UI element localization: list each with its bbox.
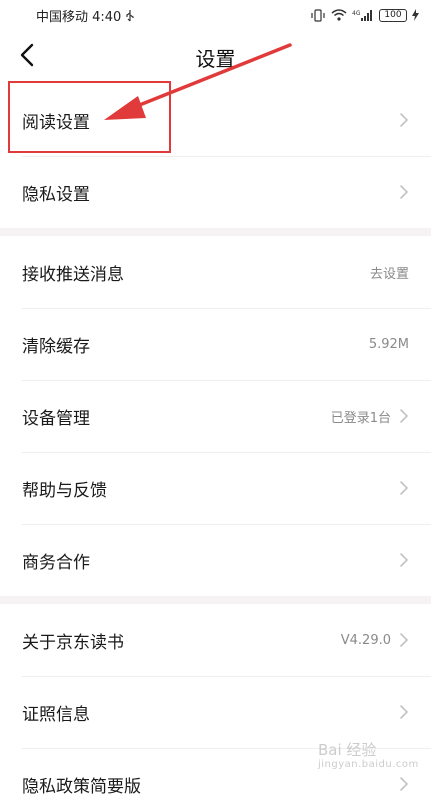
back-button[interactable] [12,42,42,72]
status-right: 4G 100 [310,8,419,22]
section-divider [0,596,431,604]
chevron-right-icon [399,704,409,720]
row-label: 证照信息 [22,704,90,725]
settings-row-business[interactable]: 商务合作 [0,524,431,596]
row-label: 阅读设置 [22,112,90,133]
settings-row-privacy[interactable]: 隐私设置 [0,156,431,228]
row-label: 关于京东读书 [22,632,124,653]
settings-row-push[interactable]: 接收推送消息 去设置 [0,236,431,308]
settings-row-license[interactable]: 证照信息 [0,676,431,748]
settings-screen: 中国移动 4:40 4G 100 设置 阅读设置 隐私设置 接收推送消息 去设置… [0,0,431,795]
row-label: 接收推送消息 [22,264,124,285]
row-value: 去设置 [369,266,409,282]
chevron-left-icon [20,43,34,71]
status-bar: 中国移动 4:40 4G 100 [0,0,431,30]
row-label: 清除缓存 [22,336,90,357]
chevron-right-icon [399,776,409,792]
row-label: 隐私政策简要版 [22,776,141,795]
settings-row-reading[interactable]: 阅读设置 [0,84,431,156]
settings-group-1: 阅读设置 隐私设置 [0,84,431,228]
row-value: V4.29.0 [340,632,391,648]
row-label: 帮助与反馈 [22,480,107,501]
carrier-time: 中国移动 4:40 [36,9,122,25]
chevron-right-icon [399,552,409,568]
settings-row-cache[interactable]: 清除缓存 5.92M [0,308,431,380]
usb-icon [125,9,135,22]
settings-row-help[interactable]: 帮助与反馈 [0,452,431,524]
wifi-icon [331,9,347,21]
settings-group-3: 关于京东读书 V4.29.0 证照信息 隐私政策简要版 [0,604,431,795]
settings-group-2: 接收推送消息 去设置 清除缓存 5.92M 设备管理 已登录1台 帮助与反馈 商… [0,236,431,596]
page-title: 设置 [195,46,236,71]
row-label: 商务合作 [22,552,90,573]
row-label: 设备管理 [22,408,90,429]
battery-icon: 100 [379,8,407,22]
network-type: 4G [352,10,361,17]
chevron-right-icon [399,112,409,128]
row-value: 5.92M [368,336,409,352]
battery-level: 100 [384,9,402,20]
vibrate-icon [310,8,326,22]
section-divider [0,228,431,236]
chevron-right-icon [399,184,409,200]
signal-icon: 4G [352,9,374,22]
chevron-right-icon [399,632,409,648]
status-left: 中国移动 4:40 [36,6,135,25]
settings-row-about[interactable]: 关于京东读书 V4.29.0 [0,604,431,676]
settings-row-devices[interactable]: 设备管理 已登录1台 [0,380,431,452]
row-value: 已登录1台 [330,410,391,426]
charging-icon [412,9,419,21]
chevron-right-icon [399,480,409,496]
row-label: 隐私设置 [22,184,90,205]
nav-header: 设置 [0,30,431,84]
chevron-right-icon [399,408,409,424]
settings-row-privacy-policy[interactable]: 隐私政策简要版 [0,748,431,795]
